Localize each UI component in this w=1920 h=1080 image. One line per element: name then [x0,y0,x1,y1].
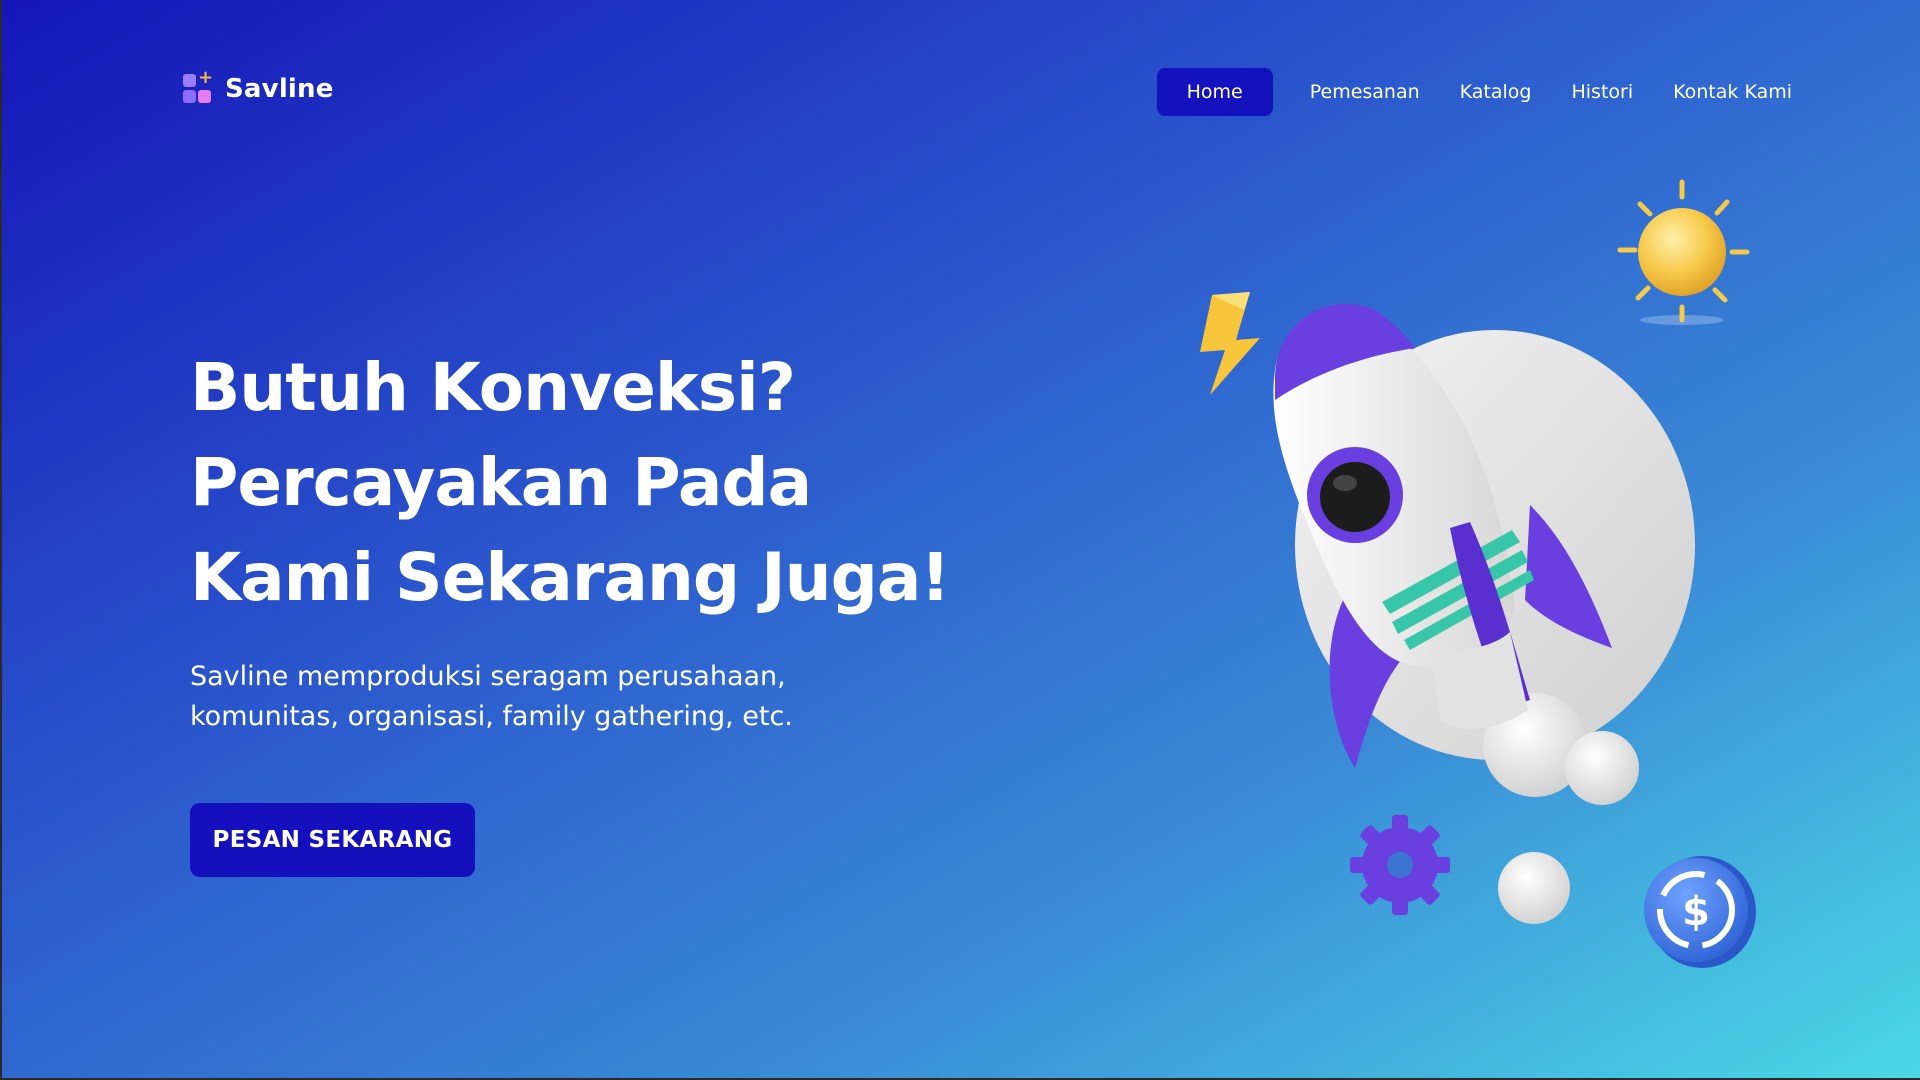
hero-illustration: $ [1200,179,1756,968]
lightning-icon [1200,292,1260,395]
order-now-button[interactable]: PESAN SEKARANG [190,803,475,877]
nav-item-katalog[interactable]: Katalog [1440,68,1552,116]
gear-icon [1350,815,1450,915]
brand-name: Savline [225,74,334,104]
nav-item-pemesanan[interactable]: Pemesanan [1290,68,1440,116]
hero-description-line: Savline memproduksi seragam perusahaan, [190,661,786,692]
hero-title: Butuh Konveksi? Percayakan Pada Kami Sek… [190,340,951,625]
coin-dollar-icon: $ [1644,856,1756,968]
hero-title-line: Kami Sekarang Juga! [190,539,951,616]
nav-item-histori[interactable]: Histori [1551,68,1653,116]
hero-title-line: Butuh Konveksi? [190,349,796,426]
cloud-puff-icon [1498,852,1570,924]
nav-item-kontak-kami[interactable]: Kontak Kami [1653,68,1812,116]
brand-logo[interactable]: + Savline [183,69,334,106]
hero-description: Savline memproduksi seragam perusahaan, … [190,657,890,737]
nav-item-home[interactable]: Home [1156,68,1273,116]
hero-description-line: komunitas, organisasi, family gathering,… [190,701,793,732]
main-nav: Home Pemesanan Katalog Histori Kontak Ka… [1156,68,1812,116]
svg-text:$: $ [1682,889,1710,935]
sun-icon [1617,179,1750,325]
hero-title-line: Percayakan Pada [190,444,812,521]
grid-plus-logo-icon: + [183,69,213,106]
